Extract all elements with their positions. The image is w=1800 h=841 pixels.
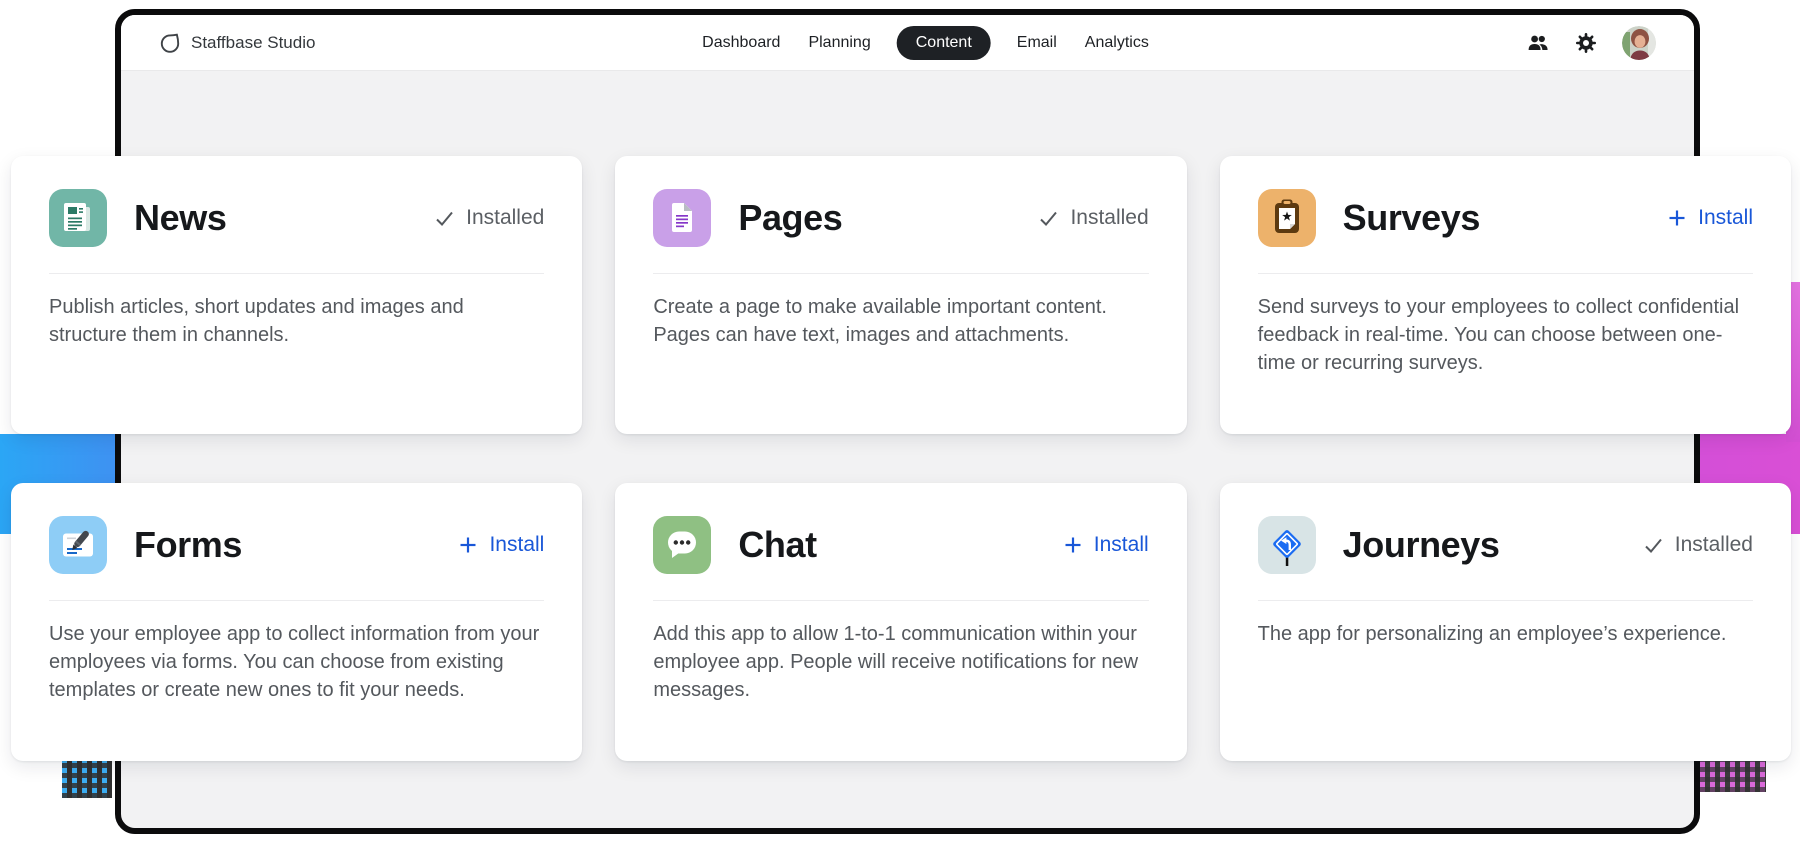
tab-analytics[interactable]: Analytics	[1083, 26, 1151, 60]
settings-gear-icon[interactable]	[1575, 32, 1597, 54]
plus-icon	[1065, 537, 1081, 553]
road-sign-icon	[1257, 516, 1316, 574]
installed-badge: Installed	[1038, 206, 1149, 230]
status-label: Installed	[466, 206, 545, 229]
app-cards-grid: News Installed Publish articles, short u…	[11, 156, 1791, 761]
card-header: News Installed	[49, 189, 544, 247]
installed-badge: Installed	[434, 206, 544, 230]
card-divider	[49, 273, 545, 274]
status-label: Installed	[1070, 206, 1149, 229]
members-icon[interactable]	[1526, 31, 1550, 55]
card-description: Use your employee app to collect informa…	[49, 623, 540, 701]
card-header: Forms Install	[49, 516, 544, 574]
card-news: News Installed Publish articles, short u…	[11, 156, 583, 434]
card-title: News	[134, 197, 227, 238]
card-header: Surveys Install	[1257, 189, 1753, 247]
check-icon	[1040, 211, 1058, 226]
tab-planning[interactable]: Planning	[806, 26, 872, 60]
status-label: Install	[1698, 206, 1753, 229]
card-pages: Pages Installed Create a page to make av…	[615, 156, 1187, 434]
card-title: Forms	[134, 524, 243, 565]
card-divider	[1257, 600, 1753, 601]
status-label: Installed	[1674, 533, 1753, 556]
card-title: Surveys	[1342, 197, 1481, 238]
card-description: Publish articles, short updates and imag…	[49, 296, 464, 346]
card-header: Journeys Installed	[1257, 516, 1753, 574]
card-description: The app for personalizing an employee’s …	[1257, 623, 1727, 645]
brand: Staffbase Studio	[159, 32, 315, 54]
card-description: Add this app to allow 1-to-1 communicati…	[653, 623, 1139, 701]
card-divider	[653, 600, 1149, 601]
plus-icon	[1669, 210, 1685, 226]
user-avatar[interactable]	[1622, 25, 1656, 60]
card-journeys: Journeys Installed The app for personali…	[1219, 483, 1791, 761]
card-surveys: Surveys Install Send surveys to your emp…	[1219, 156, 1791, 434]
staffbase-logo-icon	[159, 32, 181, 54]
top-navbar: Staffbase Studio Dashboard Planning Cont…	[121, 15, 1694, 71]
tab-dashboard[interactable]: Dashboard	[700, 26, 782, 60]
document-icon	[653, 189, 712, 247]
card-divider	[1257, 273, 1753, 274]
card-title: Journeys	[1342, 524, 1500, 565]
card-description: Create a page to make available importan…	[653, 296, 1107, 346]
card-title: Pages	[738, 197, 843, 238]
newspaper-icon	[49, 189, 107, 247]
chat-bubble-icon	[653, 516, 712, 574]
form-pen-icon	[49, 516, 107, 574]
primary-nav: Dashboard Planning Content Email Analyti…	[700, 25, 1151, 60]
check-icon	[1645, 538, 1662, 553]
installed-badge: Installed	[1643, 533, 1753, 557]
marketing-canvas: Staffbase Studio Dashboard Planning Cont…	[0, 0, 1800, 841]
card-forms: Forms Install Use your employee app to c…	[11, 483, 583, 761]
card-divider	[653, 273, 1149, 274]
card-header: Chat Install	[653, 516, 1149, 574]
tab-content[interactable]: Content	[896, 25, 991, 60]
tab-email[interactable]: Email	[1015, 26, 1059, 60]
card-divider	[49, 600, 545, 601]
install-button[interactable]: Install	[458, 533, 544, 557]
clipboard-star-icon	[1257, 189, 1316, 247]
status-label: Install	[489, 533, 545, 556]
card-title: Chat	[738, 524, 817, 565]
brand-name: Staffbase Studio	[191, 32, 316, 52]
install-button[interactable]: Install	[1667, 206, 1753, 230]
plus-icon	[460, 537, 476, 553]
status-label: Install	[1093, 533, 1149, 556]
card-header: Pages Installed	[653, 189, 1149, 247]
card-description: Send surveys to your employees to collec…	[1257, 296, 1740, 374]
card-chat: Chat Install Add this app to allow 1-to-…	[615, 483, 1187, 761]
navbar-actions	[1526, 25, 1656, 60]
install-button[interactable]: Install	[1063, 533, 1149, 557]
check-icon	[436, 211, 453, 226]
